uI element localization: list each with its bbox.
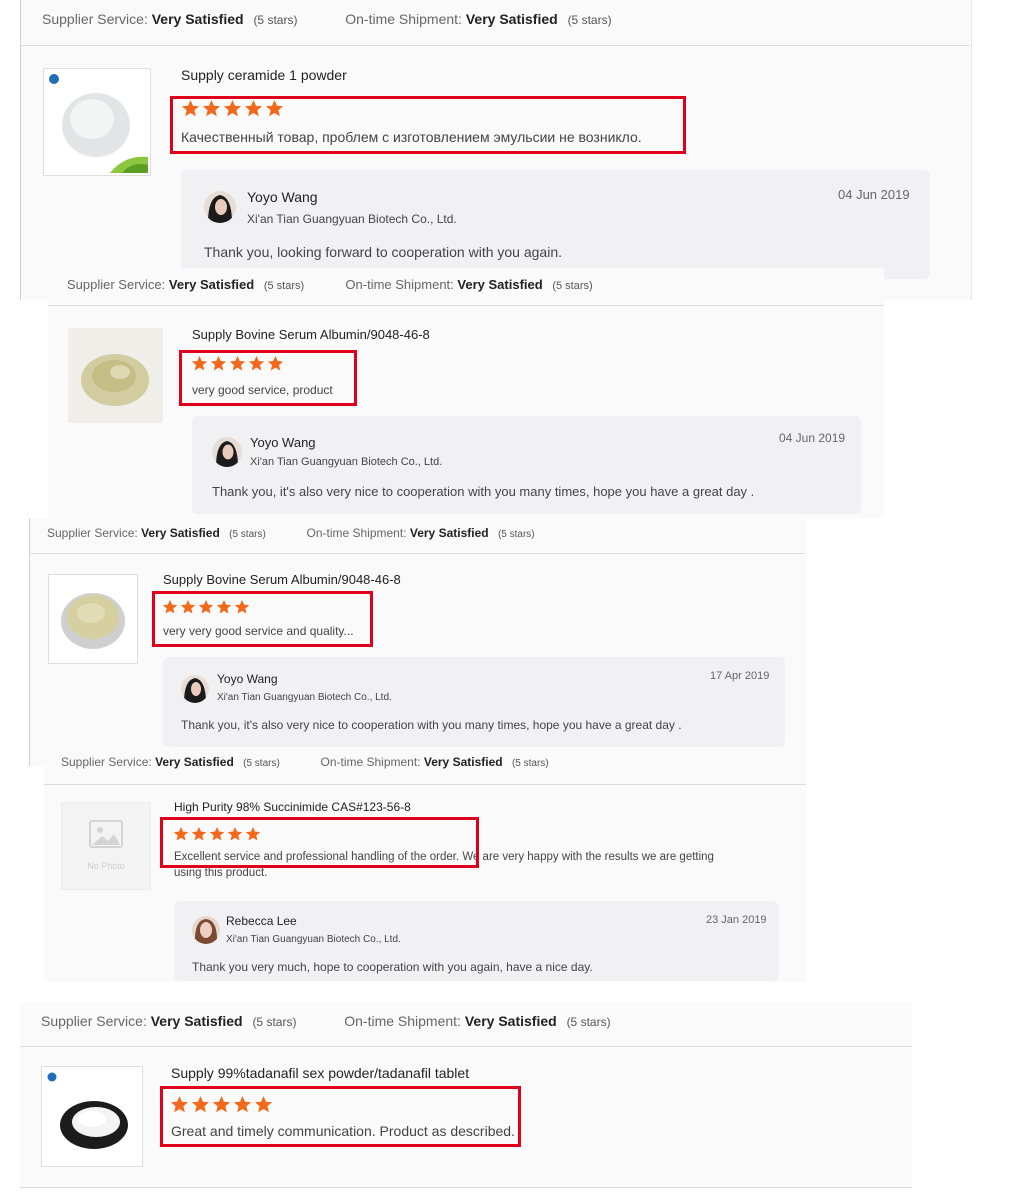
supplier-service-label: Supplier Service: xyxy=(67,277,166,292)
no-photo-icon xyxy=(89,820,123,848)
reply-author: Yoyo Wang xyxy=(250,435,316,450)
reply-author: Rebecca Lee xyxy=(226,914,297,928)
supplier-service-stars: (5 stars) xyxy=(243,758,280,769)
divider xyxy=(44,784,806,785)
highlight-box xyxy=(152,591,373,647)
divider xyxy=(29,553,805,554)
reply-text: Thank you, looking forward to cooperatio… xyxy=(204,244,562,260)
reply-text: Thank you, it's also very nice to cooper… xyxy=(212,484,755,499)
product-title[interactable]: Supply Bovine Serum Albumin/9048-46-8 xyxy=(192,327,430,342)
divider xyxy=(20,1187,912,1188)
supplier-service-label: Supplier Service: xyxy=(41,1013,147,1029)
reply-date: 04 Jun 2019 xyxy=(779,431,846,445)
avatar xyxy=(212,437,242,467)
highlight-box xyxy=(160,1086,521,1147)
product-thumbnail[interactable] xyxy=(48,574,138,664)
ontime-shipment-value: Very Satisfied xyxy=(409,526,489,540)
ontime-shipment-value: Very Satisfied xyxy=(423,755,503,769)
product-thumbnail[interactable] xyxy=(41,1066,143,1167)
avatar xyxy=(192,916,220,944)
reply-author: Yoyo Wang xyxy=(217,672,278,686)
ontime-shipment-stars: (5 stars) xyxy=(567,13,612,27)
ontime-shipment-value: Very Satisfied xyxy=(464,1013,557,1029)
supplier-service-value: Very Satisfied xyxy=(168,277,255,292)
divider xyxy=(48,305,884,306)
reply-author: Yoyo Wang xyxy=(247,189,318,205)
avatar xyxy=(204,191,236,223)
supplier-service-label: Supplier Service: xyxy=(61,755,152,769)
ontime-shipment-label: On-time Shipment: xyxy=(345,11,462,27)
ontime-shipment-stars: (5 stars) xyxy=(511,758,549,769)
ontime-shipment-label: On-time Shipment: xyxy=(320,755,421,769)
ontime-shipment-stars: (5 stars) xyxy=(566,1015,611,1029)
reply-text: Thank you, it's also very nice to cooper… xyxy=(181,718,682,732)
reply-company: Xi'an Tian Guangyuan Biotech Co., Ltd. xyxy=(217,692,392,703)
supplier-service-stars: (5 stars) xyxy=(263,280,305,292)
ontime-shipment-label: On-time Shipment: xyxy=(306,526,407,540)
product-thumbnail[interactable] xyxy=(68,328,163,423)
supplier-service-value: Very Satisfied xyxy=(141,526,220,540)
reply-text: Thank you very much, hope to cooperation… xyxy=(192,960,593,974)
supplier-service-value: Very Satisfied xyxy=(150,1013,243,1029)
ontime-shipment-value: Very Satisfied xyxy=(457,277,543,292)
rating-summary-4: Supplier Service: Very Satisfied (5 star… xyxy=(61,755,549,769)
ontime-shipment-label: On-time Shipment: xyxy=(344,1013,461,1029)
powder-image-icon xyxy=(61,593,125,649)
supplier-service-value: Very Satisfied xyxy=(151,11,244,27)
ontime-shipment-stars: (5 stars) xyxy=(552,280,593,292)
powder-image-icon xyxy=(47,1072,128,1149)
supplier-service-stars: (5 stars) xyxy=(229,529,266,540)
highlight-box xyxy=(170,96,686,154)
product-thumbnail[interactable] xyxy=(43,68,151,176)
supplier-service-label: Supplier Service: xyxy=(47,526,138,540)
product-thumbnail[interactable]: No Photo xyxy=(61,802,151,890)
supplier-service-label: Supplier Service: xyxy=(42,11,148,27)
reply-company: Xi'an Tian Guangyuan Biotech Co., Ltd. xyxy=(247,212,457,226)
rating-summary-5: Supplier Service: Very Satisfied (5 star… xyxy=(41,1013,611,1029)
highlight-box xyxy=(179,350,357,406)
ontime-shipment-label: On-time Shipment: xyxy=(345,277,454,292)
divider xyxy=(20,45,970,46)
product-title[interactable]: High Purity 98% Succinimide CAS#123-56-8 xyxy=(174,800,411,814)
product-title[interactable]: Supply ceramide 1 powder xyxy=(181,67,347,83)
powder-image-icon xyxy=(49,74,148,173)
rating-summary-1: Supplier Service: Very Satisfied (5 star… xyxy=(42,11,612,27)
reply-company: Xi'an Tian Guangyuan Biotech Co., Ltd. xyxy=(250,456,443,468)
divider xyxy=(20,1046,912,1047)
supplier-service-value: Very Satisfied xyxy=(155,755,234,769)
rating-summary-2: Supplier Service: Very Satisfied (5 star… xyxy=(67,277,593,292)
powder-image-icon xyxy=(68,328,163,423)
reply-date: 04 Jun 2019 xyxy=(838,187,910,202)
reply-company: Xi'an Tian Guangyuan Biotech Co., Ltd. xyxy=(226,934,401,945)
rating-summary-3: Supplier Service: Very Satisfied (5 star… xyxy=(47,526,535,540)
product-title[interactable]: Supply Bovine Serum Albumin/9048-46-8 xyxy=(163,572,401,587)
no-photo-label: No Photo xyxy=(87,861,125,871)
ontime-shipment-value: Very Satisfied xyxy=(465,11,558,27)
supplier-service-stars: (5 stars) xyxy=(253,13,298,27)
reply-date: 23 Jan 2019 xyxy=(706,914,767,926)
ontime-shipment-stars: (5 stars) xyxy=(497,529,535,540)
reply-date: 17 Apr 2019 xyxy=(710,670,770,682)
highlight-box xyxy=(160,817,479,868)
avatar xyxy=(181,675,209,703)
product-title[interactable]: Supply 99%tadanafil sex powder/tadanafil… xyxy=(171,1065,469,1081)
supplier-service-stars: (5 stars) xyxy=(252,1015,297,1029)
review-comment-continued: using this product. xyxy=(174,867,268,879)
